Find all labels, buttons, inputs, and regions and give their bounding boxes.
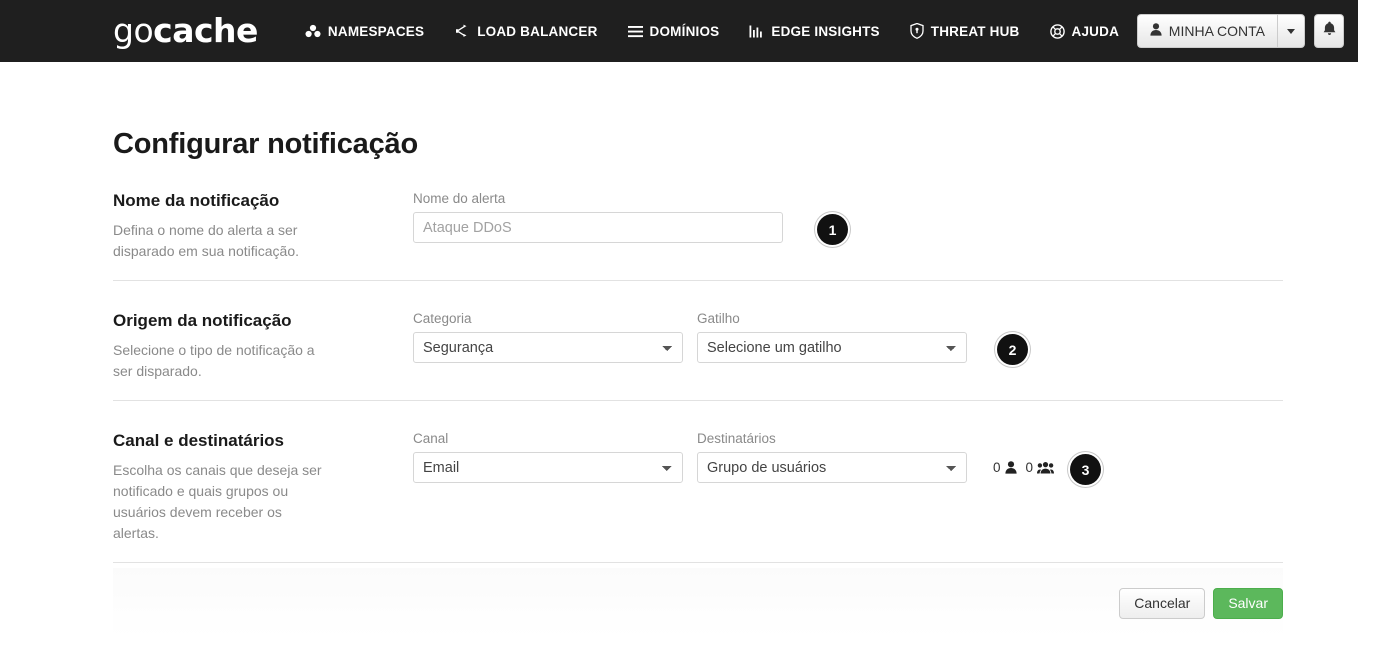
- users-group-icon: [1037, 461, 1055, 474]
- field-alert-name: Nome do alerta: [413, 191, 783, 243]
- field-canal: Canal Email: [413, 431, 683, 483]
- field-categoria: Categoria Segurança: [413, 311, 683, 363]
- field-label: Gatilho: [697, 311, 740, 326]
- save-button[interactable]: Salvar: [1213, 587, 1283, 619]
- logo-text-go: go: [113, 10, 154, 50]
- user-count-value: 0: [993, 460, 1001, 475]
- section-channel-recipients: Canal e destinatários Escolha os canais …: [113, 401, 1283, 563]
- account-button-label: MINHA CONTA: [1168, 23, 1265, 39]
- account-button-group: MINHA CONTA: [1136, 14, 1305, 48]
- cubes-icon: [305, 24, 321, 38]
- nav-link-threat-hub[interactable]: THREAT HUB: [895, 0, 1035, 62]
- nav-link-label: THREAT HUB: [930, 23, 1020, 39]
- logo-text-cache: cache: [153, 10, 258, 50]
- section-right: Nome do alerta 1: [413, 189, 1283, 262]
- gocache-logo[interactable]: gocache: [113, 14, 258, 47]
- nav-link-load-balancer[interactable]: LOAD BALANCER: [439, 0, 612, 62]
- chart-bar-icon: [749, 25, 764, 38]
- account-button[interactable]: MINHA CONTA: [1136, 14, 1277, 48]
- field-label: Canal: [413, 431, 449, 446]
- user-count: 0: [993, 460, 1017, 475]
- notifications-button[interactable]: [1314, 14, 1344, 48]
- alert-name-input[interactable]: [413, 212, 783, 243]
- section-right: Categoria Segurança Gatilho Selecione um…: [413, 309, 1283, 382]
- bars-icon: [627, 25, 643, 38]
- recipient-counters: 0 0: [993, 460, 1055, 475]
- section-notification-name: Nome da notificação Defina o nome do ale…: [113, 161, 1283, 281]
- gatilho-select[interactable]: Selecione um gatilho: [697, 332, 967, 363]
- nav-link-namespaces[interactable]: NAMESPACES: [290, 0, 439, 62]
- canal-select[interactable]: Email: [413, 452, 683, 483]
- field-label: Categoria: [413, 311, 472, 326]
- page-title: Configurar notificação: [113, 128, 418, 160]
- step-badge-3: 3: [1070, 454, 1102, 485]
- section-notification-origin: Origem da notificação Selecione o tipo d…: [113, 281, 1283, 401]
- account-dropdown-toggle[interactable]: [1277, 14, 1305, 48]
- nav-link-label: LOAD BALANCER: [477, 23, 598, 39]
- step-badge-1: 1: [817, 214, 848, 245]
- cancel-button[interactable]: Cancelar: [1119, 587, 1206, 619]
- user-icon: [1150, 23, 1162, 39]
- section-title: Canal e destinatários: [113, 431, 285, 450]
- share-nodes-icon: [454, 24, 470, 38]
- section-left: Origem da notificação Selecione o tipo d…: [113, 309, 413, 382]
- section-title: Origem da notificação: [113, 311, 292, 330]
- field-label: Destinatários: [697, 431, 776, 446]
- top-navbar: gocache NAMESPACES LOAD BALANCER DOMÍNIO…: [0, 0, 1358, 62]
- step-badge-2: 2: [997, 334, 1028, 365]
- section-left: Nome da notificação Defina o nome do ale…: [113, 189, 413, 262]
- life-ring-icon: [1049, 23, 1065, 39]
- nav-link-dominios[interactable]: DOMÍNIOS: [613, 0, 735, 62]
- field-gatilho: Gatilho Selecione um gatilho: [697, 311, 967, 363]
- bell-icon: [1323, 21, 1336, 41]
- nav-link-label: AJUDA: [1071, 23, 1120, 39]
- section-description: Escolha os canais que deseja ser notific…: [113, 462, 322, 541]
- nav-link-ajuda[interactable]: AJUDA: [1035, 0, 1135, 62]
- nav-links: NAMESPACES LOAD BALANCER DOMÍNIOS EDGE I…: [290, 0, 1134, 62]
- field-destinatarios: Destinatários Grupo de usuários: [697, 431, 967, 483]
- nav-link-label: NAMESPACES: [327, 23, 425, 39]
- section-left: Canal e destinatários Escolha os canais …: [113, 429, 413, 544]
- caret-down-icon: [1287, 28, 1295, 34]
- content-container: Configurar notificação Nome da notificaç…: [113, 62, 1293, 563]
- nav-link-edge-insights[interactable]: EDGE INSIGHTS: [734, 0, 894, 62]
- categoria-select[interactable]: Segurança: [413, 332, 683, 363]
- field-label: Nome do alerta: [413, 191, 506, 206]
- nav-link-label: EDGE INSIGHTS: [771, 23, 880, 39]
- nav-link-label: DOMÍNIOS: [649, 23, 720, 39]
- navbar-right-actions: MINHA CONTA: [1136, 0, 1344, 62]
- group-count: 0: [1026, 460, 1055, 475]
- section-right: Canal Email Destinatários Grupo de usuár…: [413, 429, 1283, 544]
- form-footer: Cancelar Salvar: [113, 568, 1283, 638]
- section-title: Nome da notificação: [113, 191, 280, 210]
- destinatarios-select[interactable]: Grupo de usuários: [697, 452, 967, 483]
- group-count-value: 0: [1025, 460, 1034, 475]
- section-description: Selecione o tipo de notificação a ser di…: [113, 342, 315, 379]
- section-description: Defina o nome do alerta a ser disparado …: [113, 222, 299, 259]
- page-content: Configurar notificação Nome da notificaç…: [0, 62, 1373, 563]
- shield-icon: [910, 23, 924, 39]
- user-icon: [1004, 461, 1017, 474]
